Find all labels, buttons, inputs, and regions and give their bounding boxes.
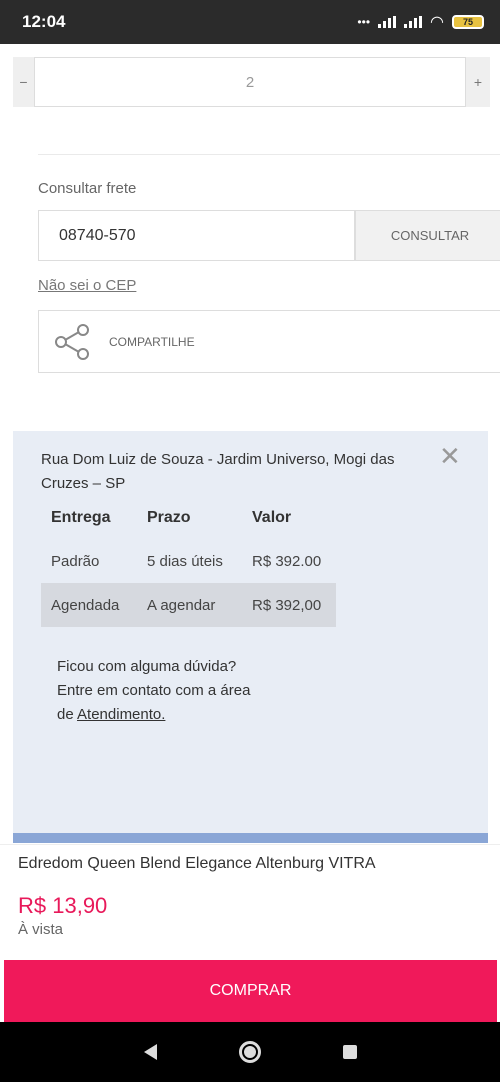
cep-input[interactable] bbox=[38, 210, 355, 261]
home-icon[interactable] bbox=[238, 1041, 261, 1063]
table-row: Padrão 5 dias úteis R$ 392.00 bbox=[41, 539, 336, 583]
increase-quantity-button[interactable]: + bbox=[466, 57, 490, 107]
decrease-quantity-button[interactable]: − bbox=[13, 57, 34, 107]
product-name: Edredom Queen Blend Elegance Altenburg V… bbox=[18, 855, 376, 872]
nao-sei-cep-link[interactable]: Não sei o CEP bbox=[38, 277, 136, 294]
comprar-button[interactable]: COMPRAR bbox=[4, 960, 497, 1022]
panel-bottom-bar bbox=[13, 833, 488, 843]
atendimento-link[interactable]: Atendimento. bbox=[77, 706, 165, 723]
header-prazo: Prazo bbox=[147, 509, 191, 526]
battery-icon: 75 bbox=[452, 15, 484, 29]
cell-entrega: Agendada bbox=[41, 583, 137, 627]
cell-valor: R$ 392.00 bbox=[252, 552, 322, 570]
shipping-result-panel: Rua Dom Luiz de Souza - Jardim Universo,… bbox=[13, 431, 488, 843]
signal-icon bbox=[378, 16, 397, 28]
help-line-3: de Atendimento. bbox=[57, 703, 250, 727]
product-price: R$ 13,90 bbox=[18, 893, 108, 918]
help-line-2: Entre em contato com a área bbox=[57, 682, 251, 699]
shipping-address: Rua Dom Luiz de Souza - Jardim Universo,… bbox=[41, 451, 395, 492]
consultar-button[interactable]: CONSULTAR bbox=[355, 210, 500, 261]
cell-valor: R$ 392,00 bbox=[242, 583, 336, 627]
divider bbox=[38, 154, 500, 155]
status-icons: ••• ◠ 75 bbox=[357, 12, 484, 32]
quantity-value[interactable]: 2 bbox=[34, 57, 466, 107]
close-icon[interactable]: ✕ bbox=[439, 441, 461, 472]
table-header-row: Entrega Prazo Valor bbox=[41, 497, 336, 539]
help-text: Ficou com alguma dúvida? Entre em contat… bbox=[57, 655, 250, 727]
cell-prazo: 5 dias úteis bbox=[147, 552, 223, 570]
share-label: COMPARTILHE bbox=[109, 334, 195, 349]
status-time: 12:04 bbox=[22, 12, 66, 31]
help-line-1: Ficou com alguma dúvida? bbox=[57, 658, 237, 675]
quantity-stepper: − 2 + bbox=[13, 57, 490, 107]
navigation-bar bbox=[0, 1022, 500, 1082]
wifi-icon: ◠ bbox=[430, 14, 444, 31]
recent-apps-icon[interactable] bbox=[342, 1045, 357, 1059]
back-icon[interactable] bbox=[143, 1044, 157, 1060]
share-icon bbox=[55, 323, 89, 360]
cell-entrega: Padrão bbox=[51, 552, 100, 570]
help-line-3-prefix: de bbox=[57, 706, 78, 723]
frete-label: Consultar frete bbox=[38, 180, 137, 197]
shipping-table: Entrega Prazo Valor Padrão 5 dias úteis … bbox=[41, 497, 336, 627]
cell-prazo: A agendar bbox=[137, 583, 242, 627]
product-summary: Edredom Queen Blend Elegance Altenburg V… bbox=[0, 844, 500, 959]
header-entrega: Entrega bbox=[51, 509, 111, 526]
table-row: Agendada A agendar R$ 392,00 bbox=[41, 583, 336, 627]
share-button[interactable]: COMPARTILHE bbox=[38, 310, 500, 373]
header-valor: Valor bbox=[252, 509, 292, 526]
price-note: À vista bbox=[18, 921, 64, 938]
status-bar: 12:04 ••• ◠ 75 bbox=[0, 0, 500, 44]
dots-icon: ••• bbox=[357, 15, 371, 29]
signal-icon-2 bbox=[404, 16, 423, 28]
